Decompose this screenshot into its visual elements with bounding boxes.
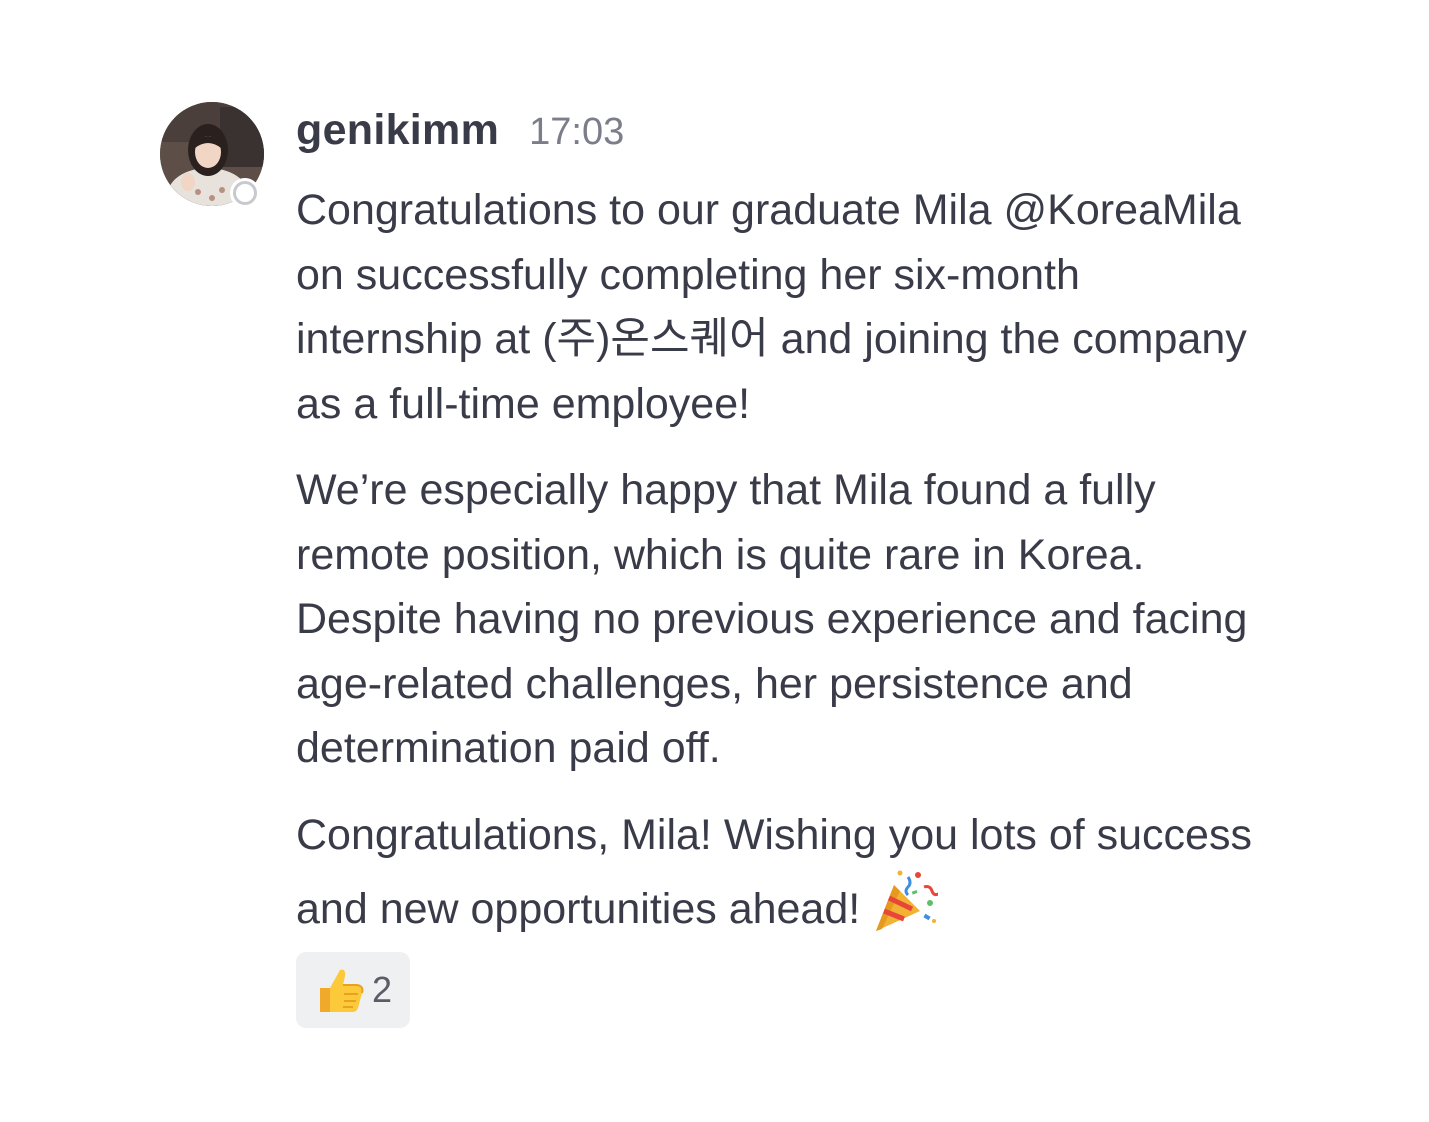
reactions-bar: 2 bbox=[296, 951, 1280, 1028]
message-paragraph-3-text: Congratulations, Mila! Wishing you lots … bbox=[296, 810, 1252, 934]
chat-message: genikimm 17:03 Congratulations to our gr… bbox=[160, 102, 1280, 1028]
timestamp[interactable]: 17:03 bbox=[529, 111, 624, 154]
message-content: genikimm 17:03 Congratulations to our gr… bbox=[296, 102, 1280, 1028]
username[interactable]: genikimm bbox=[296, 106, 499, 155]
status-offline-icon bbox=[230, 178, 260, 208]
message-header: genikimm 17:03 bbox=[296, 106, 1280, 178]
party-popper-icon bbox=[868, 867, 942, 937]
reaction-thumbs-up[interactable]: 2 bbox=[296, 951, 411, 1028]
message-paragraph-3: Congratulations, Mila! Wishing you lots … bbox=[296, 803, 1256, 942]
message-paragraph-2: We’re especially happy that Mila found a… bbox=[296, 466, 1248, 772]
avatar-container[interactable] bbox=[160, 102, 264, 208]
thumbs-up-icon bbox=[314, 964, 366, 1016]
message-paragraph-1: Congratulations to our graduate Mila @Ko… bbox=[296, 186, 1247, 428]
reaction-count: 2 bbox=[372, 968, 393, 1010]
